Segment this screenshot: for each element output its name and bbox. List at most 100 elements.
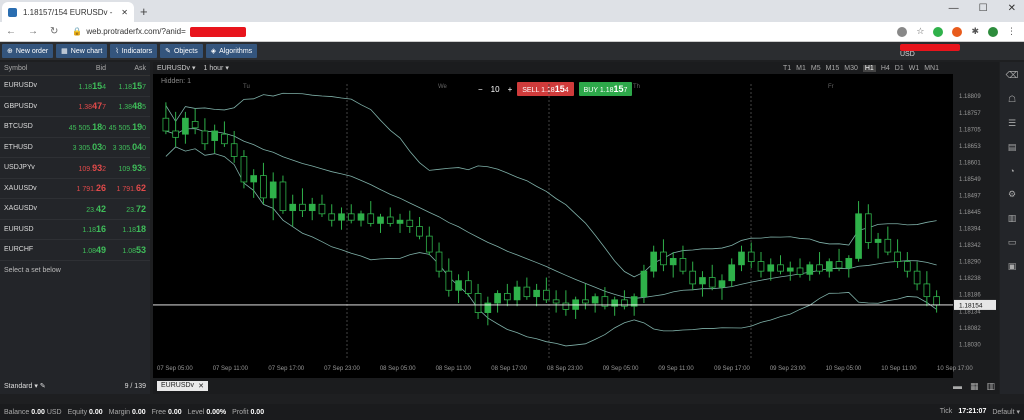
tf-h1[interactable]: H1 [862, 64, 876, 72]
row-bid[interactable]: 109.932 [58, 163, 106, 173]
reload-icon[interactable]: ↻ [50, 26, 58, 37]
row-ask[interactable]: 1.1818 [106, 224, 146, 234]
extension-o-icon[interactable] [952, 26, 963, 37]
tf-h4[interactable]: H4 [881, 65, 890, 72]
symbol-header[interactable]: Symbol [4, 65, 58, 72]
bid-big: 18 [92, 121, 103, 132]
new-tab-button[interactable]: + [140, 4, 148, 19]
watchlist-row[interactable]: EURUSD 1.1816 1.1818 [0, 220, 150, 240]
row-bid[interactable]: 1.18154 [58, 81, 106, 91]
price-chart[interactable]: 1.18809 1.18757 1.18705 1.18653 1.18601 1.185… [153, 74, 999, 378]
extension-g-icon[interactable] [933, 26, 944, 37]
browser-tab[interactable]: 1.18157/154 EURUSDv - P ✕ [2, 2, 134, 22]
account-info[interactable]: USD [900, 42, 996, 60]
tf-mn1[interactable]: MN1 [924, 65, 939, 72]
tf-w1[interactable]: W1 [909, 65, 920, 72]
avatar[interactable] [988, 26, 998, 37]
gauge-icon[interactable]: ◔ [1009, 166, 1014, 176]
close-window-icon[interactable]: ✕ [1008, 3, 1016, 14]
tf-d1[interactable]: D1 [895, 65, 904, 72]
row-ask[interactable]: 1 791.62 [106, 183, 146, 193]
close-icon[interactable]: ✕ [121, 8, 128, 17]
ask-pip: 7 [142, 83, 146, 91]
chart-tab[interactable]: EURUSDv ✕ [157, 381, 208, 391]
row-ask[interactable]: 109.935 [106, 163, 146, 173]
row-bid[interactable]: 23.42 [58, 204, 106, 214]
list-icon[interactable]: ☰ [1008, 118, 1016, 129]
row-bid[interactable]: 3 305.030 [58, 142, 106, 152]
calendar-icon[interactable]: ▤ [1008, 142, 1017, 153]
watchlist-rows: EURUSDv 1.18154 1.18157 GBPUSDv 1.38477 1.384… [0, 76, 150, 261]
url-field[interactable]: 🔒 web.protraderfx.com/?anid= [72, 26, 246, 37]
watchlist-row[interactable]: BTCUSD 45 505.180 45 505.190 [0, 117, 150, 138]
tf-m1[interactable]: M1 [796, 65, 806, 72]
row-bid[interactable]: 1.1816 [58, 224, 106, 234]
watchlist-row[interactable]: XAGUSDv 23.42 23.72 [0, 199, 150, 220]
x-tick-label: 09 Sep 23:00 [770, 366, 806, 372]
panel-icon[interactable]: ▣ [1008, 261, 1017, 272]
tf-t1[interactable]: T1 [783, 65, 791, 72]
tf-m30[interactable]: M30 [844, 65, 858, 72]
stats-icon[interactable]: ▥ [1008, 213, 1017, 224]
x-tick-label: 08 Sep 17:00 [491, 366, 527, 372]
settings-icon[interactable]: ⚙ [1008, 189, 1016, 200]
y-tick-label: 1.18653 [959, 144, 981, 150]
layout-single-icon[interactable]: ▬ [953, 381, 962, 392]
eraser-icon[interactable]: ⌫ [1006, 70, 1019, 81]
bid-part: 3 305. [72, 145, 93, 153]
bell-icon[interactable]: ☖ [1008, 94, 1016, 105]
set-selector[interactable]: Standard ▾ ✎ [4, 382, 46, 390]
row-bid[interactable]: 1.38477 [58, 101, 106, 111]
watchlist-row[interactable]: EURCHF 1.0849 1.0853 [0, 240, 150, 261]
symbol-selector[interactable]: EURUSDv ▾ [157, 64, 196, 72]
bid-header[interactable]: Bid [58, 65, 106, 72]
bid-part: 1.18 [82, 227, 96, 235]
candle-body [172, 130, 179, 138]
candle-body [299, 203, 306, 212]
algorithms-button[interactable]: ◈ Algorithms [205, 44, 258, 58]
new-chart-button[interactable]: ▦ New chart [56, 44, 108, 58]
monitor-icon[interactable]: ▭ [1008, 237, 1017, 248]
new-order-button[interactable]: ⊕ New order [2, 44, 54, 58]
x-tick-label: 09 Sep 05:00 [603, 366, 639, 372]
candle-body [260, 175, 267, 199]
watchlist-row[interactable]: EURUSDv 1.18154 1.18157 [0, 76, 150, 97]
row-bid[interactable]: 1 791.26 [58, 183, 106, 193]
row-ask[interactable]: 1.0853 [106, 245, 146, 255]
row-ask[interactable]: 1.18157 [106, 81, 146, 91]
row-ask[interactable]: 3 305.040 [106, 142, 146, 152]
tf-m5[interactable]: M5 [811, 65, 821, 72]
row-ask[interactable]: 45 505.190 [106, 122, 146, 132]
ask-header[interactable]: Ask [106, 65, 146, 72]
watchlist-row[interactable]: XAUUSDv 1 791.26 1 791.62 [0, 179, 150, 199]
close-tab-icon[interactable]: ✕ [198, 382, 204, 390]
timeframe-selector[interactable]: 1 hour ▾ [204, 64, 229, 72]
forward-icon[interactable]: → [28, 26, 38, 37]
row-bid[interactable]: 1.0849 [58, 245, 106, 255]
row-ask[interactable]: 23.72 [106, 204, 146, 214]
candle-body [718, 280, 726, 288]
location-icon[interactable] [897, 26, 908, 37]
minimize-icon[interactable]: — [949, 3, 959, 14]
timezone-selector[interactable]: Default ▾ [992, 408, 1020, 416]
tf-m15[interactable]: M15 [826, 65, 840, 72]
objects-button[interactable]: ✎ Objects [160, 44, 203, 58]
row-bid[interactable]: 45 505.180 [58, 122, 106, 132]
puzzle-icon[interactable]: ✱ [971, 26, 979, 37]
candle-body [855, 213, 862, 259]
layout-split-icon[interactable]: ▥ [986, 381, 995, 392]
star-icon[interactable]: ☆ [916, 26, 924, 37]
maximize-icon[interactable]: ☐ [979, 3, 988, 14]
row-ask[interactable]: 1.38485 [106, 101, 146, 111]
watchlist-footer[interactable]: Select a set below [0, 261, 150, 280]
watchlist-row[interactable]: GBPUSDv 1.38477 1.38485 [0, 97, 150, 117]
back-icon[interactable]: ← [6, 26, 16, 37]
menu-dots-icon[interactable]: ⋮ [1007, 26, 1016, 37]
watchlist-row[interactable]: USDJPYv 109.932 109.935 [0, 158, 150, 179]
candle-body [308, 203, 316, 212]
layout-grid-icon[interactable]: ▦ [970, 381, 979, 392]
candle-body [455, 280, 462, 291]
ask-pip: 5 [142, 165, 146, 173]
watchlist-row[interactable]: ETHUSD 3 305.030 3 305.040 [0, 138, 150, 158]
indicators-button[interactable]: ⌇ Indicators [110, 44, 158, 58]
